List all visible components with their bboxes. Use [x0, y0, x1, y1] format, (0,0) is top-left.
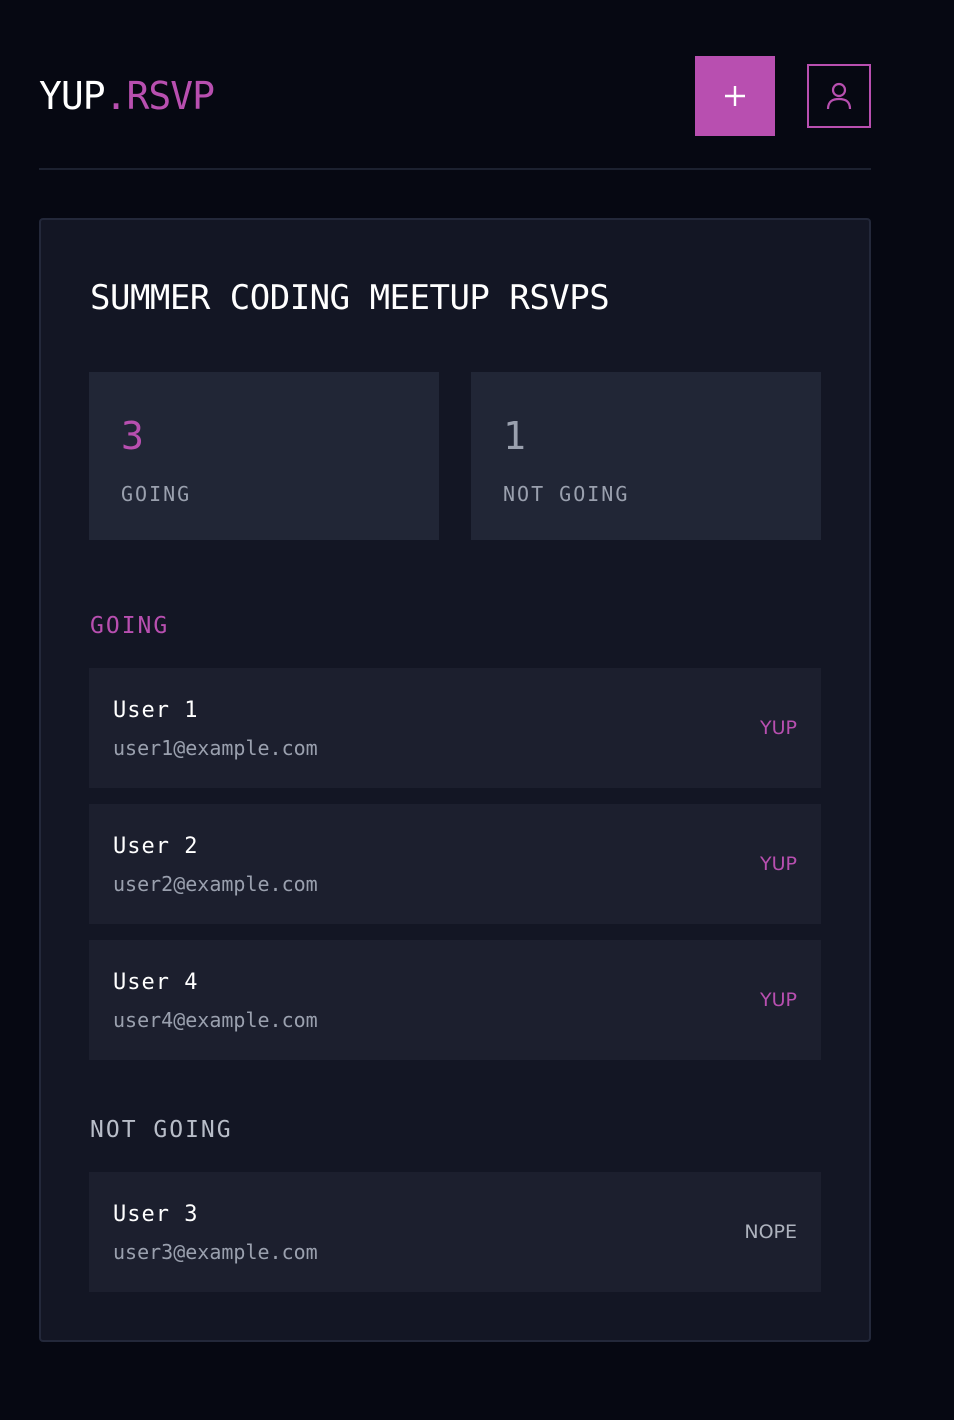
going-count: 3 — [121, 414, 144, 458]
attendee-email: user3@example.com — [113, 1240, 318, 1264]
list-item: User 2 user2@example.com YUP — [89, 804, 821, 924]
app-logo[interactable]: YUP.RSVP — [39, 74, 216, 118]
going-stat-card: 3 GOING — [89, 372, 439, 540]
attendee-email: user1@example.com — [113, 736, 318, 760]
status-badge: NOPE — [744, 1221, 797, 1243]
attendee-name: User 3 — [113, 1202, 199, 1227]
not-going-section-heading: NOT GOING — [90, 1117, 233, 1143]
user-icon — [826, 82, 852, 110]
attendee-name: User 1 — [113, 698, 199, 723]
app-header: YUP.RSVP — [39, 56, 871, 136]
logo-rsvp: RSVP — [126, 74, 216, 118]
header-divider — [39, 168, 871, 170]
add-event-button[interactable] — [695, 56, 775, 136]
rsvp-card: SUMMER CODING MEETUP RSVPS 3 GOING 1 NOT… — [39, 218, 871, 1342]
status-badge: YUP — [760, 989, 797, 1011]
status-badge: YUP — [760, 853, 797, 875]
profile-button[interactable] — [807, 64, 871, 128]
plus-icon — [725, 86, 745, 106]
attendee-name: User 2 — [113, 834, 199, 859]
attendee-email: user4@example.com — [113, 1008, 318, 1032]
logo-dot: . — [104, 74, 128, 118]
attendee-email: user2@example.com — [113, 872, 318, 896]
logo-yup: YUP — [39, 74, 106, 118]
not-going-count-label: NOT GOING — [503, 482, 630, 506]
list-item: User 4 user4@example.com YUP — [89, 940, 821, 1060]
going-count-label: GOING — [121, 482, 192, 506]
not-going-stat-card: 1 NOT GOING — [471, 372, 821, 540]
attendee-name: User 4 — [113, 970, 199, 995]
page-title: SUMMER CODING MEETUP RSVPS — [90, 278, 610, 318]
list-item: User 3 user3@example.com NOPE — [89, 1172, 821, 1292]
going-section-heading: GOING — [90, 613, 170, 639]
list-item: User 1 user1@example.com YUP — [89, 668, 821, 788]
not-going-count: 1 — [503, 414, 526, 458]
status-badge: YUP — [760, 717, 797, 739]
